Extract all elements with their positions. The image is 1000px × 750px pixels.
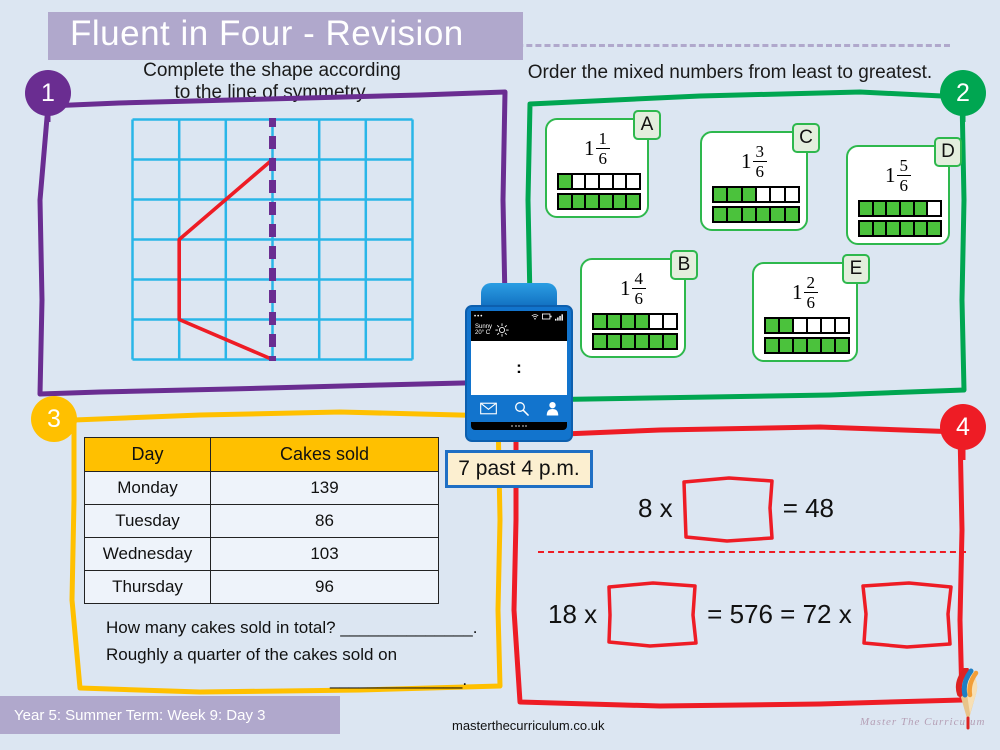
cakes-sold-table: Day Cakes sold Monday 139 Tuesday 86 Wed… <box>84 437 439 604</box>
table-row: Tuesday 86 <box>84 504 439 538</box>
fraction-bar-top-e <box>764 317 850 334</box>
q3-question-1: How many cakes sold in total? __________… <box>106 618 477 638</box>
fraction-bar-top-b <box>592 313 678 330</box>
table-row: Monday 139 <box>84 471 439 505</box>
cell-cakes: 96 <box>210 570 439 604</box>
mixed-number-c: 136 <box>712 139 796 183</box>
column-header-cakes: Cakes sold <box>210 437 439 472</box>
fraction-card-b[interactable]: 146 B <box>580 250 698 358</box>
footer-band: Year 5: Summer Term: Week 9: Day 3 <box>0 696 340 734</box>
menu-dots-icon: ••• <box>474 313 484 320</box>
pencil-logo-icon <box>955 668 979 730</box>
fraction-bar-top-d <box>858 200 942 217</box>
cell-day: Tuesday <box>84 504 211 538</box>
phone-home-bar <box>471 422 567 430</box>
q3-answer-blank-2[interactable]: ______________. <box>330 670 467 690</box>
fraction-card-e[interactable]: 126 E <box>752 254 870 362</box>
phone-status-bar: ••• <box>471 311 567 322</box>
footer-term-label: Year 5: Summer Term: Week 9: Day 3 <box>14 706 266 724</box>
table-header-row: Day Cakes sold <box>84 437 439 472</box>
fraction-card-c[interactable]: 136 C <box>700 123 820 231</box>
phone-clock-face[interactable]: : <box>471 341 567 395</box>
q4-answer-box-2[interactable] <box>603 578 701 650</box>
search-icon[interactable] <box>514 401 529 416</box>
question-badge-4: 4 <box>940 404 986 450</box>
fraction-card-d[interactable]: 156 D <box>846 137 962 245</box>
q4-answer-box-3[interactable] <box>858 578 956 650</box>
mixed-number-a: 116 <box>557 126 637 170</box>
footer-website-url: masterthecurriculum.co.uk <box>452 718 605 733</box>
sun-icon <box>495 323 509 337</box>
q4-equation-1: 8 x = 48 <box>638 472 834 544</box>
clock-colon: : <box>516 358 522 378</box>
fraction-bar-bottom-c <box>712 206 800 223</box>
q3-question-1-text: How many cakes sold in total? <box>106 618 336 637</box>
fraction-bar-top-a <box>557 173 641 190</box>
q4-eq2-middle: = 576 = 72 x <box>707 598 852 629</box>
fraction-bar-bottom-a <box>557 193 641 210</box>
title-dashed-rule <box>490 44 950 47</box>
cell-cakes: 86 <box>210 504 439 538</box>
question-badge-1: 1 <box>25 70 71 116</box>
q4-eq1-right: = 48 <box>782 492 835 523</box>
wifi-icon <box>531 313 539 320</box>
question-badge-2: 2 <box>940 70 986 116</box>
page-title: Fluent in Four - Revision <box>70 14 464 53</box>
q1-prompt-line1: Complete the shape according <box>143 60 401 81</box>
fraction-bar-top-c <box>712 186 800 203</box>
q4-eq1-left: 8 x <box>638 492 673 523</box>
table-row: Wednesday 103 <box>84 537 439 571</box>
contacts-icon[interactable] <box>546 401 559 416</box>
time-answer-label: 7 past 4 p.m. <box>445 450 593 488</box>
mixed-number-e: 126 <box>764 270 846 314</box>
signal-icon <box>555 313 563 321</box>
fraction-bar-bottom-d <box>858 220 942 237</box>
fraction-bar-bottom-e <box>764 337 850 354</box>
card-letter-c: C <box>792 123 820 153</box>
table-row: Thursday 96 <box>84 570 439 604</box>
card-letter-a: A <box>633 110 661 140</box>
card-letter-b: B <box>670 250 698 280</box>
cell-cakes: 139 <box>210 471 439 505</box>
symmetry-grid[interactable] <box>131 118 414 361</box>
phone-screen[interactable]: ••• Sunny 20° C: <box>471 311 567 421</box>
fraction-bar-bottom-b <box>592 333 678 350</box>
phone-body: ••• Sunny 20° C: <box>465 305 573 442</box>
q4-divider <box>538 551 966 553</box>
card-letter-d: D <box>934 137 962 167</box>
cell-cakes: 103 <box>210 537 439 571</box>
worksheet-page: Fluent in Four - Revision 1 2 3 4 Comple… <box>0 0 1000 750</box>
cell-day: Wednesday <box>84 537 211 571</box>
cell-day: Monday <box>84 471 211 505</box>
q4-equation-2: 18 x = 576 = 72 x <box>548 578 956 650</box>
mail-icon[interactable] <box>479 402 497 415</box>
q1-prompt-line2: to the line of symmetry. <box>174 82 370 103</box>
q4-eq2-left: 18 x <box>548 598 598 629</box>
q2-prompt: Order the mixed numbers from least to gr… <box>527 62 933 83</box>
phone-weather: Sunny 20° C <box>471 322 567 341</box>
column-header-day: Day <box>84 437 211 472</box>
card-letter-e: E <box>842 254 870 284</box>
question-badge-3: 3 <box>31 396 77 442</box>
mixed-number-d: 156 <box>858 153 938 197</box>
phone-dock[interactable] <box>471 395 567 421</box>
q4-answer-box-1[interactable] <box>679 472 777 544</box>
q3-question-2-text: Roughly a quarter of the cakes sold on <box>106 645 398 664</box>
mixed-number-b: 146 <box>592 266 674 310</box>
q3-answer-blank-1[interactable]: ______________. <box>340 618 477 637</box>
battery-icon <box>542 313 552 320</box>
fraction-card-a[interactable]: 116 A <box>545 110 661 218</box>
weather-temperature: 20° C <box>475 330 491 336</box>
cell-day: Thursday <box>84 570 211 604</box>
phone-clock-widget[interactable]: ••• Sunny 20° C: <box>463 283 575 445</box>
